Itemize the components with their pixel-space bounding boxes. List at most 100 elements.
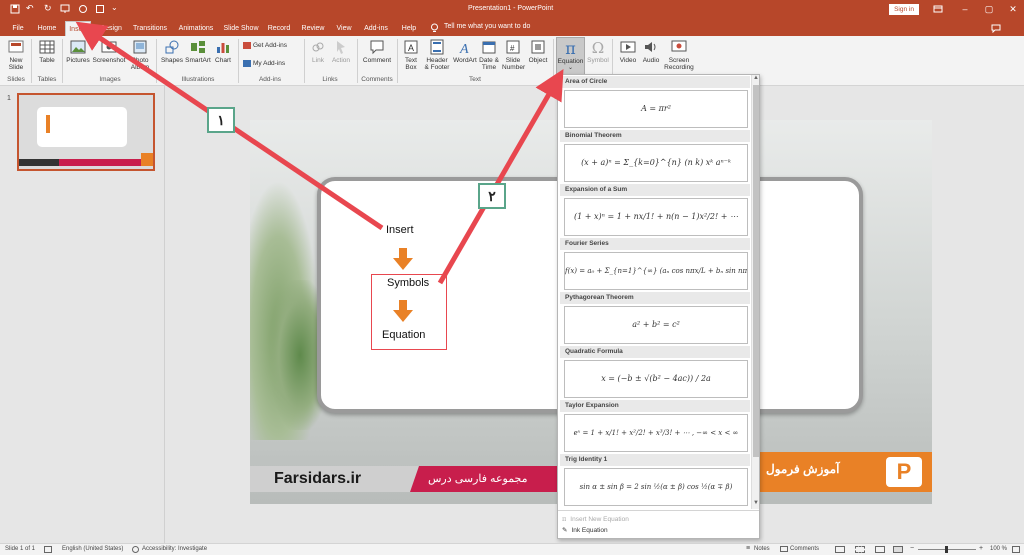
slide-sorter-icon[interactable]	[855, 546, 865, 553]
text-box-button[interactable]: A Text Box	[401, 39, 421, 71]
smartart-button[interactable]: SmartArt	[184, 39, 212, 64]
slide-thumbnail[interactable]	[17, 93, 155, 171]
gallery-item-pythagorean-theorem[interactable]: Pythagorean Theorem a² + b² = c²	[560, 292, 750, 346]
date-time-button[interactable]: Date & Time	[478, 39, 500, 71]
action-label: Action	[331, 57, 351, 64]
close-icon[interactable]: ✕	[1006, 3, 1020, 16]
tab-home[interactable]: Home	[35, 22, 59, 35]
action-button[interactable]: Action	[330, 39, 352, 64]
tab-animations[interactable]: Animations	[176, 22, 216, 35]
chart-label: Chart	[215, 57, 231, 64]
insert-step-label: Insert	[386, 224, 414, 236]
scrollbar-thumb[interactable]	[753, 85, 759, 457]
text-box-label: Text Box	[405, 57, 417, 71]
tab-insert[interactable]: Insert	[65, 21, 91, 36]
redo-icon[interactable]: ↻	[44, 3, 52, 14]
language[interactable]: English (United States)	[62, 546, 123, 552]
gallery-formula: a² + b² = c²	[564, 306, 748, 344]
down-arrow-icon	[393, 300, 413, 322]
photo-album-button[interactable]: Photo Album	[128, 39, 152, 71]
zoom-in-icon[interactable]: +	[979, 545, 983, 552]
customize-quick-access-icon[interactable]: ⌄	[111, 3, 118, 12]
thumbnail-bottom-dark	[19, 159, 59, 166]
new-slide-button[interactable]: New Slide	[3, 39, 29, 71]
screen-recording-button[interactable]: Screen Recording	[664, 39, 694, 71]
header-footer-button[interactable]: Header & Footer	[423, 39, 451, 71]
comment-button[interactable]: Comment	[362, 39, 392, 64]
slideshow-view-icon[interactable]	[893, 546, 903, 553]
gallery-item-expansion-of-a-sum[interactable]: Expansion of a Sum (1 + x)ⁿ = 1 + nx/1! …	[560, 184, 750, 238]
maximize-icon[interactable]: ▢	[982, 3, 996, 16]
omega-icon: Ω	[591, 39, 605, 57]
chart-icon	[217, 43, 229, 53]
fit-to-window-icon[interactable]	[1012, 546, 1020, 553]
tab-help[interactable]: Help	[398, 22, 420, 35]
chart-button[interactable]: Chart	[212, 39, 234, 64]
audio-button[interactable]: Audio	[640, 39, 662, 64]
tab-review[interactable]: Review	[300, 22, 326, 35]
down-arrow-icon	[393, 248, 413, 270]
spelling-icon[interactable]	[44, 546, 52, 553]
thumbnail-content-box	[37, 107, 127, 147]
normal-view-icon[interactable]	[835, 546, 845, 553]
notes-icon[interactable]: ≡	[746, 545, 750, 552]
share-icon[interactable]	[990, 22, 1002, 34]
minimize-icon[interactable]: –	[958, 3, 972, 16]
slide-number-label: Slide Number	[502, 57, 526, 71]
gallery-item-area-of-circle[interactable]: Area of Circle A = πr²	[560, 76, 750, 130]
slide-number-button[interactable]: # Slide Number	[501, 39, 525, 71]
rectangle-shape-icon[interactable]	[95, 4, 105, 14]
video-button[interactable]: Video	[617, 39, 639, 64]
ink-equation-item[interactable]: ✎ Ink Equation	[562, 525, 752, 537]
zoom-slider[interactable]	[918, 546, 976, 553]
pictures-button[interactable]: Pictures	[65, 39, 91, 64]
notes-button[interactable]: Notes	[754, 546, 770, 552]
scroll-down-icon[interactable]: ▼	[753, 500, 759, 506]
title-bar: ↶ ↻ ⌄ Presentation1 - PowerPoint Sign in…	[0, 0, 1024, 19]
zoom-out-icon[interactable]: −	[910, 545, 914, 552]
scroll-up-icon[interactable]: ▲	[753, 75, 759, 81]
tab-add-ins[interactable]: Add-ins	[361, 22, 391, 35]
group-separator	[357, 39, 358, 83]
group-separator	[553, 39, 554, 83]
tab-design[interactable]: Design	[98, 22, 124, 35]
get-add-ins-button[interactable]: Get Add-ins	[243, 42, 295, 49]
tab-slide-show[interactable]: Slide Show	[222, 22, 260, 35]
comments-icon	[780, 546, 788, 552]
my-add-ins-label: My Add-ins	[253, 60, 286, 68]
accessibility-status[interactable]: Accessibility: Investigate	[142, 546, 207, 552]
symbol-button[interactable]: Ω Symbol	[587, 39, 609, 64]
zoom-level[interactable]: 100 %	[990, 546, 1007, 552]
tab-view[interactable]: View	[334, 22, 354, 35]
present-icon[interactable]	[60, 4, 70, 14]
link-icon	[312, 42, 324, 52]
gallery-scrollbar[interactable]: ▲ ▼	[751, 75, 759, 509]
group-links-label: Links	[322, 76, 338, 83]
shapes-button[interactable]: Shapes	[160, 39, 184, 64]
gallery-item-trig-identity-1[interactable]: Trig Identity 1 sin α ± sin β = 2 sin ½(…	[560, 454, 750, 508]
gallery-item-binomial-theorem[interactable]: Binomial Theorem (x + a)ⁿ = Σ_{k=0}^{n} …	[560, 130, 750, 184]
zoom-slider-thumb[interactable]	[945, 546, 948, 553]
comments-button[interactable]: Comments	[790, 546, 819, 552]
screenshot-button[interactable]: Screenshot	[92, 39, 126, 64]
tell-me-search[interactable]: Tell me what you want to do	[444, 23, 530, 30]
tab-record[interactable]: Record	[266, 22, 292, 35]
save-icon[interactable]	[10, 4, 20, 14]
gallery-item-quadratic-formula[interactable]: Quadratic Formula x = (−b ± √(b² − 4ac))…	[560, 346, 750, 400]
reading-view-icon[interactable]	[875, 546, 885, 553]
sign-in-button[interactable]: Sign in	[889, 4, 919, 15]
gallery-item-fourier-series[interactable]: Fourier Series f(x) = a₀ + Σ_{n=1}^{∞} (…	[560, 238, 750, 292]
gallery-item-taylor-expansion[interactable]: Taylor Expansion eˣ = 1 + x/1! + x²/2! +…	[560, 400, 750, 454]
insert-new-equation-item[interactable]: π Insert New Equation	[562, 513, 752, 525]
object-button[interactable]: Object	[526, 39, 550, 64]
table-button[interactable]: Table	[35, 39, 59, 64]
tab-transitions[interactable]: Transitions	[130, 22, 170, 35]
tab-file[interactable]: File	[9, 22, 27, 35]
ribbon-display-icon[interactable]	[933, 4, 943, 14]
undo-icon[interactable]: ↶	[26, 3, 34, 14]
my-add-ins-button[interactable]: My Add-ins	[243, 60, 295, 67]
circle-shape-icon[interactable]	[78, 4, 88, 14]
link-button[interactable]: Link	[308, 39, 328, 64]
wordart-button[interactable]: A WordArt	[452, 39, 478, 64]
step-badge-one: ۱	[207, 107, 235, 133]
